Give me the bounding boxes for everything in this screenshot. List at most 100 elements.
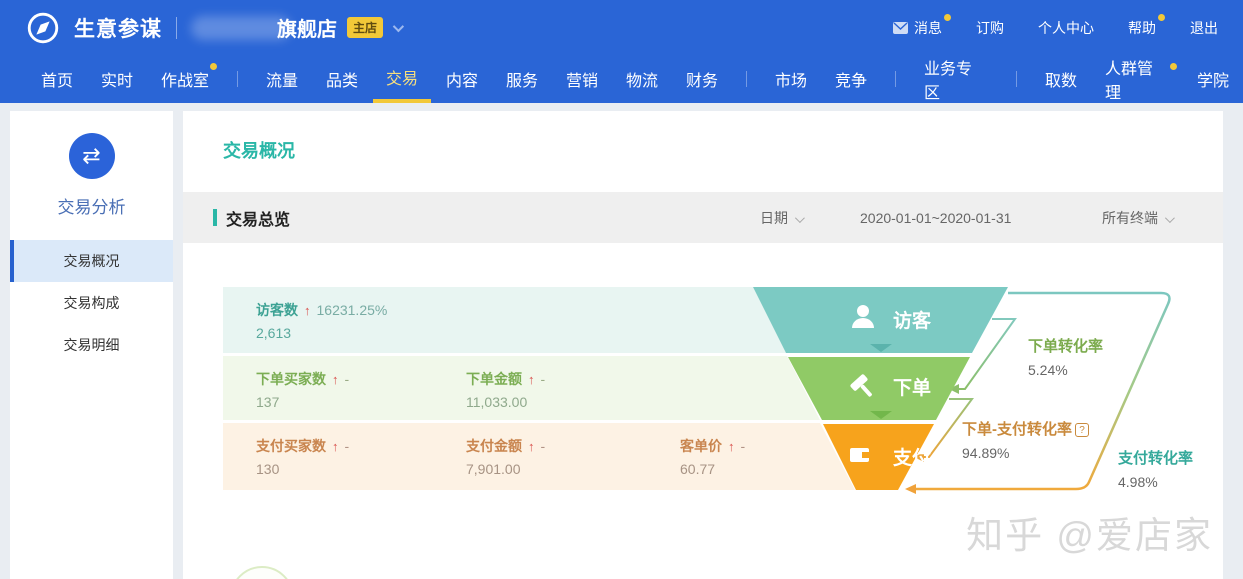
nav-item-traffic[interactable]: 流量 <box>266 55 298 103</box>
watermark: 知乎 @爱店家 <box>966 515 1213 556</box>
topbar-link-label: 订购 <box>976 19 1004 36</box>
metric-order-amount: 下单金额 ↑ - 11,033.00 <box>466 369 545 410</box>
metric-label: 下单买家数 <box>256 371 326 387</box>
nav-item-competition[interactable]: 竞争 <box>835 55 867 103</box>
nav-divider <box>237 71 238 87</box>
metric-pay-amount: 支付金额 ↑ - 7,901.00 <box>466 436 545 477</box>
metric-value: 7,901.00 <box>466 461 521 477</box>
metric-label: 支付买家数 <box>256 438 326 454</box>
trend-up-icon: ↑ <box>304 302 311 318</box>
nav-item-home[interactable]: 首页 <box>41 55 73 103</box>
notification-dot <box>210 63 217 70</box>
terminal-filter-label: 所有终端 <box>1102 209 1158 226</box>
metric-change: - <box>344 371 350 387</box>
notification-dot <box>944 13 951 21</box>
metric-value: 11,033.00 <box>466 394 528 410</box>
funnel-row-visitor: 访客数 ↑ 16231.25% 2,613 <box>223 287 786 353</box>
brand-name: 生意参谋 <box>74 17 162 41</box>
metric-label: 支付金额 <box>466 438 522 454</box>
arrow-left-icon <box>905 484 916 494</box>
nav-item-business-zone[interactable]: 业务专区 <box>924 55 988 103</box>
topbar-link-label: 退出 <box>1190 19 1218 36</box>
funnel-stage-label: 支付 <box>892 446 931 469</box>
date-filter-label: 日期 <box>760 209 788 226</box>
metric-change: 16231.25% <box>316 302 388 318</box>
nav-item-crowd-mgmt[interactable]: 人群管理 <box>1104 55 1177 103</box>
nav-item-marketing[interactable]: 营销 <box>566 55 598 103</box>
metric-value: 130 <box>256 461 280 477</box>
conversion-value: 94.89% <box>962 445 1010 461</box>
funnel-segment-visitor[interactable] <box>753 287 1008 353</box>
metric-change: - <box>540 438 546 454</box>
funnel-segment-order[interactable] <box>788 357 970 420</box>
notification-dot <box>1158 13 1165 21</box>
nav-item-logistics[interactable]: 物流 <box>626 55 658 103</box>
section-title-text: 交易总览 <box>226 211 291 229</box>
mail-icon <box>893 21 908 34</box>
conversion-label: 支付转化率 <box>1118 450 1194 467</box>
topbar-link-profile[interactable]: 个人中心 <box>1038 18 1094 38</box>
funnel-stage-label: 访客 <box>893 309 932 332</box>
topbar-link-label: 个人中心 <box>1038 19 1094 36</box>
chevron-down-icon[interactable] <box>392 20 405 32</box>
section-title: 交易总览 <box>213 206 290 230</box>
terminal-filter-dropdown[interactable]: 所有终端 <box>1102 208 1175 228</box>
metric-visitors: 访客数 ↑ 16231.25% 2,613 <box>256 300 387 341</box>
sidebar-item-trade-overview[interactable]: 交易概况 <box>10 240 173 282</box>
trend-up-icon: ↑ <box>528 438 535 454</box>
conversion-label: 下单-支付转化率 <box>962 421 1072 438</box>
nav-item-category[interactable]: 品类 <box>326 55 358 103</box>
nav-item-label: 人群管理 <box>1104 61 1153 102</box>
nav-item-finance[interactable]: 财务 <box>686 55 718 103</box>
wallet-icon <box>850 448 869 462</box>
nav-item-data-fetch[interactable]: 取数 <box>1045 55 1077 103</box>
nav-divider <box>1015 71 1017 87</box>
trend-up-icon: ↑ <box>528 371 535 387</box>
nav-item-warroom[interactable]: 作战室 <box>161 55 217 103</box>
date-filter-dropdown[interactable]: 日期 <box>760 208 805 228</box>
funnel-stage-label: 下单 <box>893 376 931 399</box>
trend-up-icon: ↑ <box>332 371 339 387</box>
section-header: 交易总览 日期 2020-01-01~2020-01-31 所有终端 <box>183 192 1223 243</box>
nav-item-market[interactable]: 市场 <box>775 55 807 103</box>
nav-item-service[interactable]: 服务 <box>506 55 538 103</box>
sidebar: ⇄ 交易分析 交易概况 交易构成 交易明细 <box>10 111 173 579</box>
nav-item-content[interactable]: 内容 <box>446 55 478 103</box>
main-navbar: 首页 实时 作战室 流量 品类 交易 内容 服务 营销 物流 财务 市场 竞争 … <box>0 55 1243 103</box>
exchange-glyph: ⇄ <box>82 143 101 168</box>
nav-item-academy[interactable]: 学院 <box>1197 55 1229 103</box>
chevron-down-icon <box>794 212 805 223</box>
page-title: 交易概况 <box>223 141 295 161</box>
metric-change: - <box>540 371 546 387</box>
topbar-link-help[interactable]: 帮助 <box>1128 13 1165 38</box>
order-conversion-rate: 下单转化率 5.24% <box>1028 335 1103 378</box>
sidebar-item-trade-detail[interactable]: 交易明细 <box>10 324 173 366</box>
topbar-links: 消息 订购 个人中心 帮助 退出 <box>893 13 1218 38</box>
nav-item-trade[interactable]: 交易 <box>373 55 431 103</box>
trend-up-icon: ↑ <box>332 438 339 454</box>
topbar-link-label: 消息 <box>914 19 942 36</box>
notification-dot <box>1169 63 1177 70</box>
metric-order-buyers: 下单买家数 ↑ - 137 <box>256 369 349 410</box>
chevron-down-icon <box>1164 212 1175 223</box>
metric-label: 访客数 <box>256 302 298 318</box>
conversion-label: 下单转化率 <box>1028 338 1104 355</box>
topbar-link-logout[interactable]: 退出 <box>1190 18 1218 38</box>
next-chart-arc <box>230 566 294 579</box>
sidebar-item-trade-composition[interactable]: 交易构成 <box>10 282 173 324</box>
nav-divider <box>895 71 896 87</box>
nav-divider <box>746 71 747 87</box>
metric-label: 下单金额 <box>466 371 522 387</box>
date-range-value[interactable]: 2020-01-01~2020-01-31 <box>860 210 1050 226</box>
store-badge: 主店 <box>347 17 384 38</box>
metric-value: 2,613 <box>256 325 292 341</box>
store-name-blurred <box>191 15 291 40</box>
conversion-value: 4.98% <box>1118 474 1158 490</box>
topbar-link-label: 帮助 <box>1128 19 1156 36</box>
nav-item-label: 作战室 <box>161 73 210 90</box>
section-title-bar <box>213 209 217 226</box>
nav-item-realtime[interactable]: 实时 <box>101 55 133 103</box>
topbar-link-subscribe[interactable]: 订购 <box>976 18 1004 38</box>
topbar-link-messages[interactable]: 消息 <box>893 13 951 38</box>
help-icon[interactable]: ? <box>1075 423 1089 437</box>
